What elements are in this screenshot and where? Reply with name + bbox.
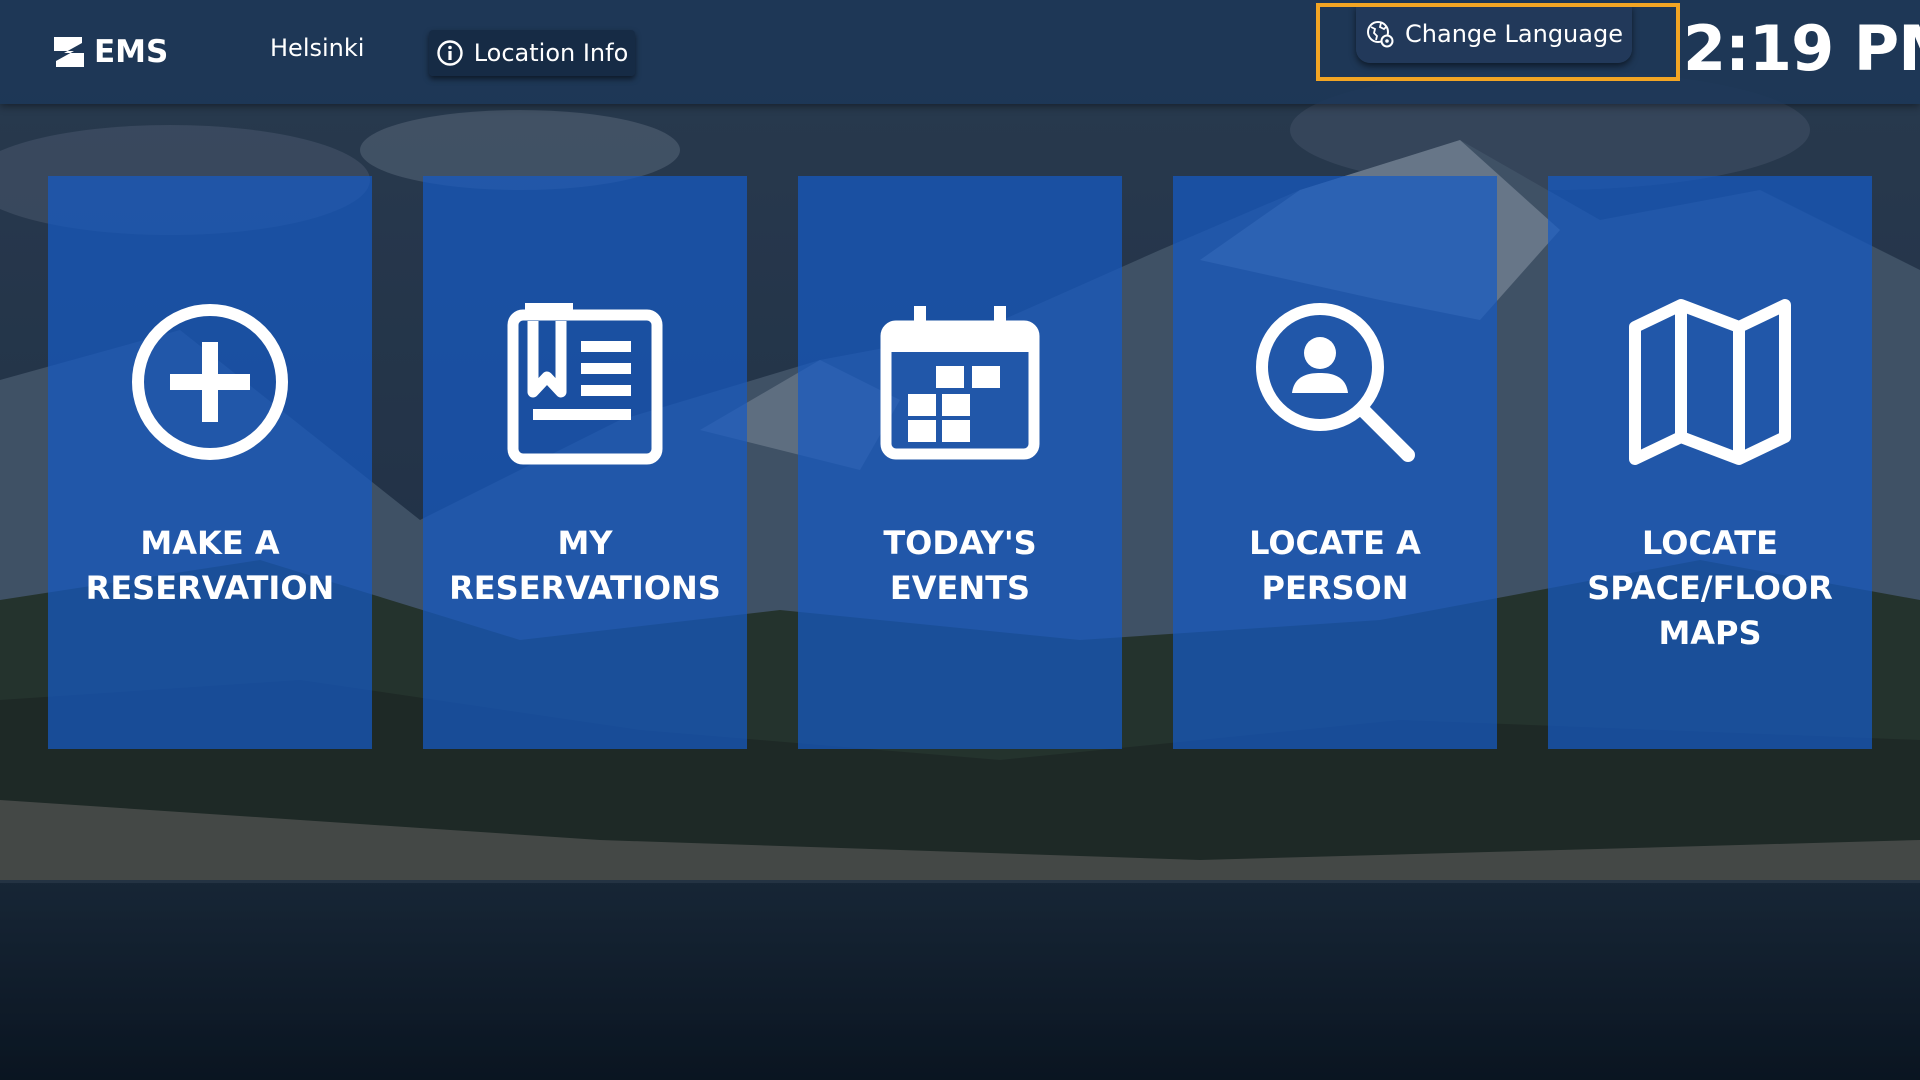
location-name: Helsinki	[270, 34, 365, 62]
plus-circle-icon	[48, 298, 372, 466]
calendar-icon	[798, 298, 1122, 466]
info-icon	[437, 40, 463, 66]
tile-locate-person[interactable]: LOCATE A PERSON	[1173, 176, 1497, 749]
tile-label: LOCATE A PERSON	[1249, 524, 1421, 607]
person-search-icon	[1173, 298, 1497, 466]
tile-todays-events[interactable]: TODAY'S EVENTS	[798, 176, 1122, 749]
change-language-highlight	[1316, 3, 1680, 81]
tile-label: MAKE A RESERVATION	[85, 524, 335, 607]
reservations-list-icon	[423, 298, 747, 466]
kiosk-home-screen: EMS Helsinki Location Info Change Langua…	[0, 0, 1920, 1080]
logo-text: EMS	[94, 34, 169, 70]
tile-locate-space-floor-maps[interactable]: LOCATE SPACE/FLOOR MAPS	[1548, 176, 1872, 749]
tile-label: TODAY'S EVENTS	[883, 524, 1037, 607]
clock-time: 2:19 PM	[1683, 12, 1920, 85]
tile-my-reservations[interactable]: MY RESERVATIONS	[423, 176, 747, 749]
ems-logo: EMS	[50, 30, 168, 74]
tile-label: MY RESERVATIONS	[449, 524, 721, 607]
map-icon	[1548, 298, 1872, 466]
tile-label: LOCATE SPACE/FLOOR MAPS	[1587, 524, 1833, 652]
location-info-button[interactable]: Location Info	[429, 30, 635, 76]
location-info-label: Location Info	[473, 39, 629, 67]
tile-make-reservation[interactable]: MAKE A RESERVATION	[48, 176, 372, 749]
ems-logo-icon	[54, 37, 84, 67]
